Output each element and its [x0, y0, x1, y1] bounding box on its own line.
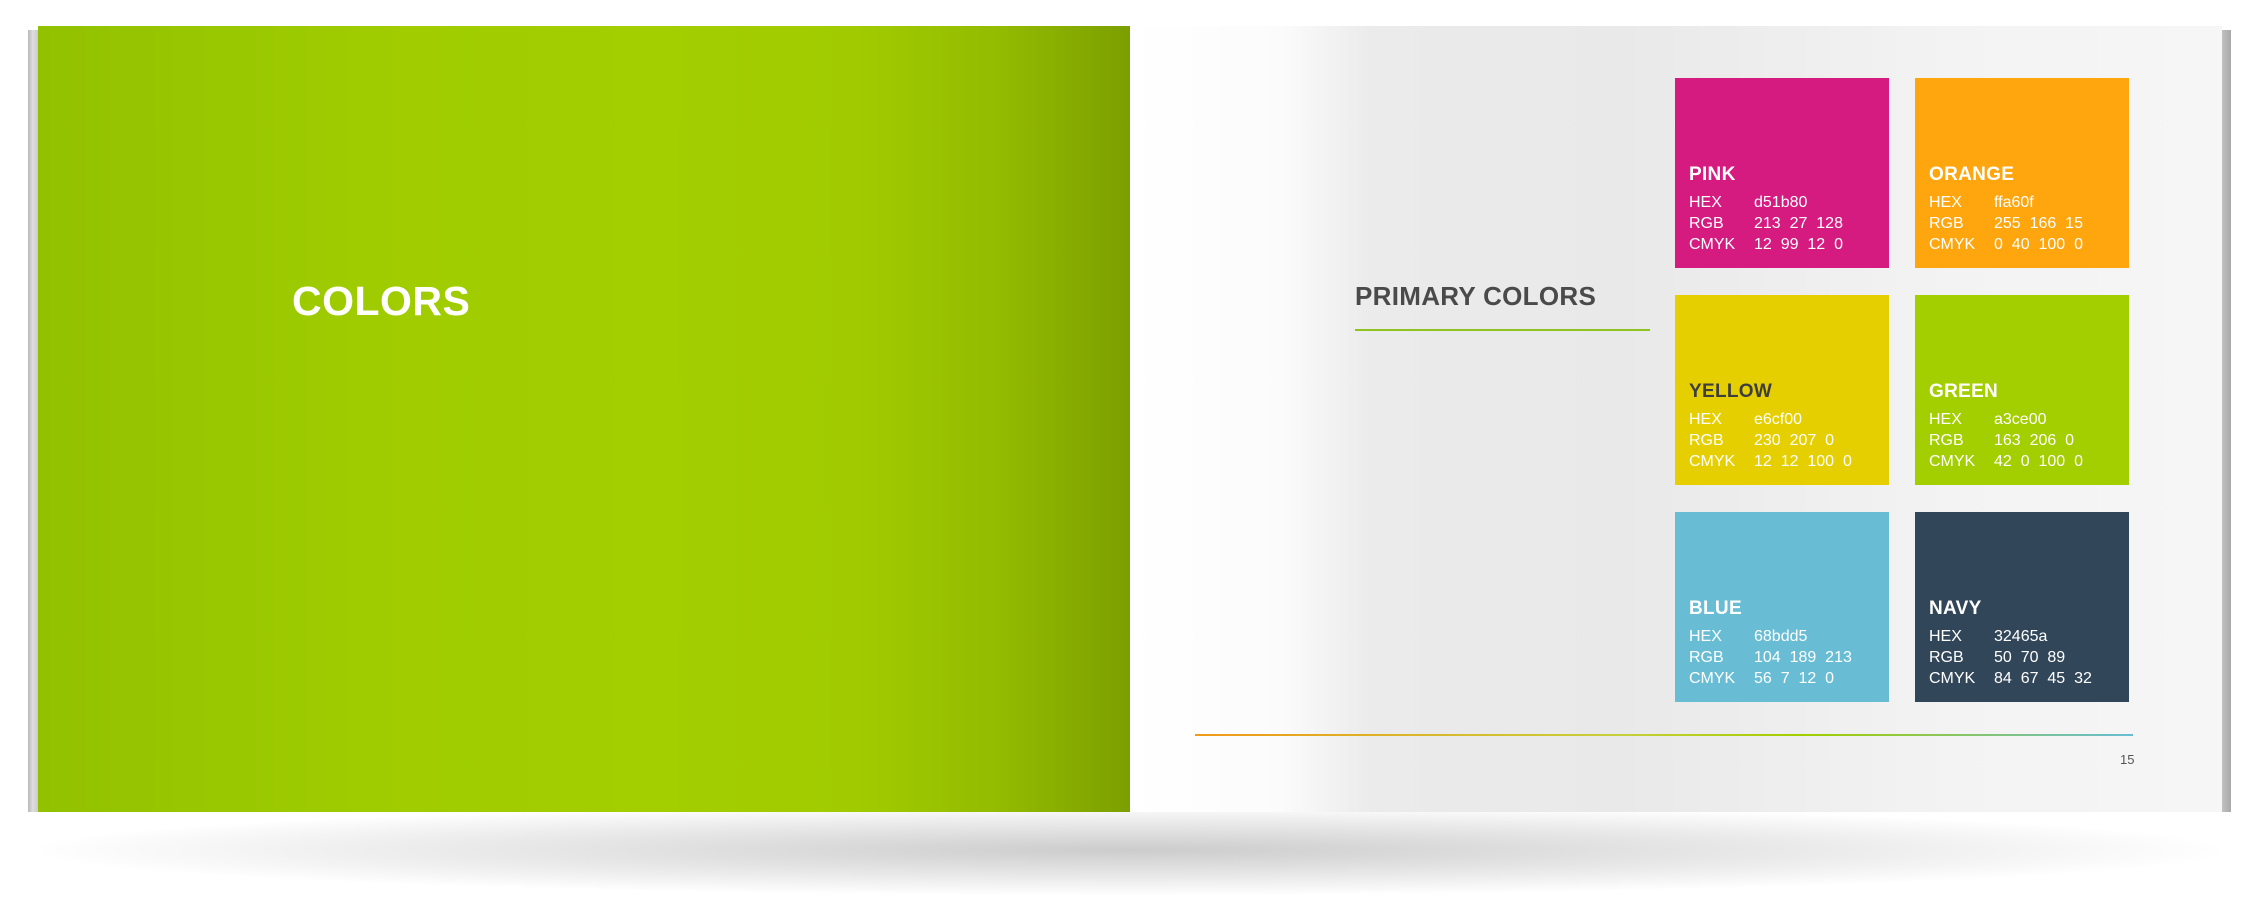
swatch-row-cmyk: CMYK 42 0 100 0: [1929, 451, 2129, 472]
swatch-label: CMYK: [1689, 453, 1736, 470]
swatch-label: RGB: [1929, 215, 1964, 232]
swatch-value: 56 7 12 0: [1754, 670, 1835, 687]
left-page: COLORS: [38, 26, 1130, 812]
page-number: 15: [2120, 752, 2135, 767]
swatch-name: NAVY: [1929, 598, 1982, 619]
swatch-name: ORANGE: [1929, 164, 2015, 185]
book-shadow: [40, 805, 2220, 895]
swatch-blue: BLUE HEX 68bdd5 RGB 104 189 213 CMYK 56 7 1…: [1675, 512, 1889, 702]
swatch-row-rgb: RGB 255 166 15: [1929, 213, 2129, 234]
swatch-row-hex: HEX e6cf00: [1689, 409, 1889, 430]
swatch-label: HEX: [1929, 194, 1962, 211]
section-underline: [1355, 329, 1650, 331]
swatch-row-cmyk: CMYK 0 40 100 0: [1929, 234, 2129, 255]
swatch-label: CMYK: [1689, 236, 1736, 253]
swatch-value: d51b80: [1754, 194, 1808, 211]
swatch-row-hex: HEX 32465a: [1929, 626, 2129, 647]
swatch-value: 12 99 12 0: [1754, 236, 1843, 253]
swatch-value: a3ce00: [1994, 411, 2047, 428]
right-page: PRIMARY COLORS PINK HEX d51b80 RGB 213 27 …: [1130, 26, 2222, 812]
swatch-value: 230 207 0: [1754, 432, 1835, 449]
swatch-row-rgb: RGB 163 206 0: [1929, 430, 2129, 451]
swatch-row-cmyk: CMYK 84 67 45 32: [1929, 668, 2129, 689]
swatch-value: 42 0 100 0: [1994, 453, 2083, 470]
footer-rule: [1195, 734, 2133, 736]
swatch-label: CMYK: [1929, 453, 1976, 470]
swatch-value: 84 67 45 32: [1994, 670, 2092, 687]
swatch-value: 68bdd5: [1754, 628, 1808, 645]
swatch-name: YELLOW: [1689, 381, 1773, 402]
swatch-value: 0 40 100 0: [1994, 236, 2083, 253]
swatch-row-cmyk: CMYK 12 12 100 0: [1689, 451, 1889, 472]
swatch-label: RGB: [1689, 649, 1724, 666]
swatch-label: RGB: [1689, 215, 1724, 232]
swatch-value: e6cf00: [1754, 411, 1803, 428]
page-title: COLORS: [292, 278, 471, 324]
swatch-row-hex: HEX d51b80: [1689, 192, 1889, 213]
swatch-pink: PINK HEX d51b80 RGB 213 27 128 CMYK 12 99 1…: [1675, 78, 1889, 268]
swatch-value: 50 70 89: [1994, 649, 2066, 666]
swatch-green: GREEN HEX a3ce00 RGB 163 206 0 CMYK 42 0 10…: [1915, 295, 2129, 485]
swatch-value: 163 206 0: [1994, 432, 2075, 449]
swatch-label: HEX: [1689, 411, 1722, 428]
swatch-label: RGB: [1929, 649, 1964, 666]
swatch-label: CMYK: [1929, 236, 1976, 253]
swatch-row-rgb: RGB 50 70 89: [1929, 647, 2129, 668]
section-title: PRIMARY COLORS: [1355, 281, 1597, 311]
swatch-label: CMYK: [1689, 670, 1736, 687]
swatch-row-hex: HEX ffa60f: [1929, 192, 2129, 213]
swatch-row-rgb: RGB 213 27 128: [1689, 213, 1889, 234]
swatch-row-rgb: RGB 230 207 0: [1689, 430, 1889, 451]
swatch-label: RGB: [1689, 432, 1724, 449]
swatch-label: CMYK: [1929, 670, 1976, 687]
swatch-name: GREEN: [1929, 381, 1999, 402]
swatch-value: 32465a: [1994, 628, 2048, 645]
swatch-row-cmyk: CMYK 56 7 12 0: [1689, 668, 1889, 689]
swatch-orange: ORANGE HEX ffa60f RGB 255 166 15 CMYK 0 40 …: [1915, 78, 2129, 268]
swatch-value: 213 27 128: [1754, 215, 1843, 232]
swatch-row-hex: HEX 68bdd5: [1689, 626, 1889, 647]
swatch-row-hex: HEX a3ce00: [1929, 409, 2129, 430]
swatch-name: BLUE: [1689, 598, 1742, 619]
swatch-row-cmyk: CMYK 12 99 12 0: [1689, 234, 1889, 255]
swatch-value: 104 189 213: [1754, 649, 1852, 666]
swatch-row-rgb: RGB 104 189 213: [1689, 647, 1889, 668]
swatch-label: HEX: [1689, 628, 1722, 645]
swatch-navy: NAVY HEX 32465a RGB 50 70 89 CMYK 84 67 45 …: [1915, 512, 2129, 702]
swatch-label: HEX: [1689, 194, 1722, 211]
swatch-value: 12 12 100 0: [1754, 453, 1852, 470]
swatch-label: HEX: [1929, 628, 1962, 645]
swatch-value: 255 166 15: [1994, 215, 2083, 232]
swatch-value: ffa60f: [1994, 194, 2034, 211]
book-spread: COLORS PRIMARY COLORS PINK HEX d51b80 RGB…: [0, 0, 2260, 924]
swatch-label: HEX: [1929, 411, 1962, 428]
swatch-label: RGB: [1929, 432, 1964, 449]
swatch-name: PINK: [1689, 164, 1736, 185]
swatch-yellow: YELLOW HEX e6cf00 RGB 230 207 0 CMYK 12 12 …: [1675, 295, 1889, 485]
